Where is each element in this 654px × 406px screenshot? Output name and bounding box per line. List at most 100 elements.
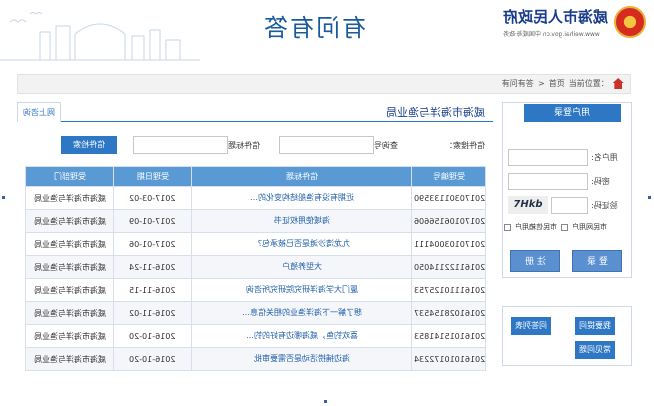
subject-cell-text: 想了解一下海洋渔业的相关信息… (241, 308, 362, 317)
ask-question-button-label: 我要提问 (579, 321, 611, 330)
date-cell-text: 2016-10-20 (129, 354, 176, 364)
date-cell-text: 2016-11-24 (129, 262, 176, 272)
title-search-input[interactable] (133, 136, 228, 154)
dept-cell-text: 威海市海洋与渔业局 (33, 285, 106, 295)
date-cell-text: 2017-01-06 (129, 239, 176, 249)
password-input[interactable] (508, 172, 588, 190)
id-cell[interactable]: WD20170103004111 (411, 232, 486, 256)
edge-marker (648, 196, 651, 199)
table-row[interactable]: 威海市海洋与渔业局 2017-01-06 九龙湾沙滩是否已被承包？ WD2017010… (25, 232, 486, 256)
header-id-label: 受理编号 (432, 172, 465, 181)
skyline-decoration-icon (0, 12, 200, 61)
username-label: 用户名: (591, 152, 618, 162)
header-id: 受理编号 (411, 166, 486, 187)
table-row[interactable]: 威海市海洋与渔业局 2016-11-02 想了解一下海洋渔业的相关信息… WD2016… (25, 301, 486, 325)
id-cell[interactable]: WD20161028154537 (411, 301, 486, 325)
password-row: 密码: (508, 172, 628, 190)
subject-cell[interactable]: 九龙湾沙滩是否已被承包？ (191, 232, 412, 256)
subject-cell[interactable]: 近期有没有渔船结构变化的… (191, 186, 412, 210)
subject-cell-text: 海域使用权证书 (273, 216, 330, 225)
table-row[interactable]: 威海市海洋与渔业局 2016-10-20 海边捕捞活动是否需要审批 WD2016101… (25, 347, 486, 371)
dept-cell: 威海市海洋与渔业局 (25, 232, 114, 256)
breadcrumb-home-link[interactable]: 首页 (549, 78, 565, 89)
captcha-label: 验证码: (591, 200, 618, 210)
date-cell: 2017-01-06 (113, 232, 192, 256)
search-button[interactable]: 信件检索 (61, 136, 117, 154)
subject-cell-text: 海边捕捞活动是否需要审批 (253, 354, 350, 363)
portal-user-label: 市民网用户 (572, 223, 607, 231)
tab-online-consult[interactable]: 网上咨询 (17, 102, 61, 122)
register-button[interactable]: 注 册 (510, 250, 560, 272)
subject-cell-text: 喜欢钓鱼，威海哪边有好的钓… (245, 331, 358, 340)
page-title-area: 有问有答 (262, 8, 366, 43)
id-cell[interactable]: WD20170301133590 (411, 186, 486, 210)
breadcrumb: 当前位置： 首页 > 有问有答 (502, 78, 624, 89)
id-cell-text: WD20161028154537 (414, 308, 486, 318)
brand-logo[interactable]: 威海市人民政府 www.weihai.gov.cn 中国威海·政务 (503, 6, 646, 38)
id-cell-text: WD20170106156606 (414, 216, 486, 226)
table-row[interactable]: 威海市海洋与渔业局 2016-11-24 大型养殖户 WD20161122114050 (25, 255, 486, 279)
subject-cell-text: 厦门大学海洋研究院研究所咨询 (245, 285, 358, 294)
ask-question-button[interactable]: 我要提问 (575, 317, 615, 335)
dept-cell-text: 威海市海洋与渔业局 (33, 262, 106, 272)
dept-cell: 威海市海洋与渔业局 (25, 255, 114, 279)
dept-cell-text: 威海市海洋与渔业局 (33, 239, 106, 249)
id-cell[interactable]: WD20170106156606 (411, 209, 486, 233)
login-button[interactable]: 登 录 (572, 250, 622, 272)
id-cell-text: WD20170301133590 (414, 193, 486, 203)
table-row[interactable]: 威海市海洋与渔业局 2016-10-20 喜欢钓鱼，威海哪边有好的钓… WD20161… (25, 324, 486, 348)
breadcrumb-bar: 当前位置： 首页 > 有问有答 (17, 74, 631, 94)
date-cell: 2016-10-20 (113, 324, 192, 348)
faq-button[interactable]: 常见问题 (575, 341, 615, 359)
id-cell[interactable]: WD20161010172234 (411, 347, 486, 371)
id-cell-text: WD20170103004111 (414, 239, 486, 249)
brand-subtitle: www.weihai.gov.cn 中国威海·政务 (502, 31, 600, 38)
table-header-row: 受理部门 受理日期 信件标题 受理编号 (25, 166, 486, 187)
register-button-label: 注 册 (524, 257, 546, 267)
breadcrumb-separator: > (538, 79, 545, 88)
search-button-label: 信件检索 (73, 140, 105, 149)
login-title-label: 用户登录 (554, 108, 591, 118)
subject-cell[interactable]: 大型养殖户 (191, 255, 412, 279)
national-emblem-icon (614, 6, 646, 38)
header-dept: 受理部门 (25, 166, 114, 187)
date-cell: 2016-11-24 (113, 255, 192, 279)
date-cell-text: 2017-03-02 (129, 193, 176, 203)
letters-table: 受理部门 受理日期 信件标题 受理编号 威海市海洋与渔业局 2017-03-02 近… (25, 166, 486, 371)
table-row[interactable]: 威海市海洋与渔业局 2016-11-15 厦门大学海洋研究院研究所咨询 WD20161… (25, 278, 486, 302)
date-cell: 2017-01-09 (113, 209, 192, 233)
date-cell-text: 2016-11-02 (129, 308, 176, 318)
header-dept-label: 受理部门 (53, 172, 86, 181)
code-label: 查询号 (374, 141, 398, 150)
portal-user-checkbox[interactable] (561, 223, 568, 231)
subject-cell[interactable]: 海域使用权证书 (191, 209, 412, 233)
dept-cell-text: 威海市海洋与渔业局 (33, 308, 106, 318)
letter-list-button[interactable]: 问答列表 (511, 317, 551, 335)
subject-cell[interactable]: 海边捕捞活动是否需要审批 (191, 347, 412, 371)
table-row[interactable]: 威海市海洋与渔业局 2017-01-09 海域使用权证书 WD201701061566… (25, 209, 486, 233)
mailbox-user-checkbox[interactable] (504, 223, 511, 231)
id-cell[interactable]: WD20161015141853 (411, 324, 486, 348)
id-cell[interactable]: WD20161122114050 (411, 255, 486, 279)
code-search-input[interactable] (279, 136, 374, 154)
id-cell-text: WD20161015141853 (414, 331, 486, 341)
subject-cell-text: 近期有没有渔船结构变化的… (249, 193, 354, 202)
header-date: 受理日期 (113, 166, 192, 187)
subject-cell[interactable]: 厦门大学海洋研究院研究所咨询 (191, 278, 412, 302)
quick-actions: 问答列表 我要提问 常见问题 (502, 306, 632, 366)
edge-marker (2, 196, 5, 199)
letter-search: 信件搜索： 查询号 信件标题 信件检索 (17, 136, 493, 156)
dept-cell-text: 威海市海洋与渔业局 (33, 331, 106, 341)
subject-cell[interactable]: 喜欢钓鱼，威海哪边有好的钓… (191, 324, 412, 348)
id-cell[interactable]: WD20161110125753 (411, 278, 486, 302)
header-date-label: 受理日期 (136, 172, 169, 181)
subject-cell[interactable]: 想了解一下海洋渔业的相关信息… (191, 301, 412, 325)
table-row[interactable]: 威海市海洋与渔业局 2017-03-02 近期有没有渔船结构变化的… WD201703… (25, 186, 486, 210)
header-subject: 信件标题 (191, 166, 412, 187)
main-panel: 网上咨询 威海市海洋与渔业局 信件搜索： 查询号 信件标题 信件检索 受理部门 … (17, 102, 493, 392)
captcha-image[interactable]: 7Hkb (508, 196, 548, 214)
date-cell-text: 2016-11-15 (129, 285, 176, 295)
main-header: 网上咨询 威海市海洋与渔业局 (17, 102, 493, 122)
captcha-input[interactable] (551, 196, 588, 214)
username-input[interactable] (508, 148, 588, 166)
